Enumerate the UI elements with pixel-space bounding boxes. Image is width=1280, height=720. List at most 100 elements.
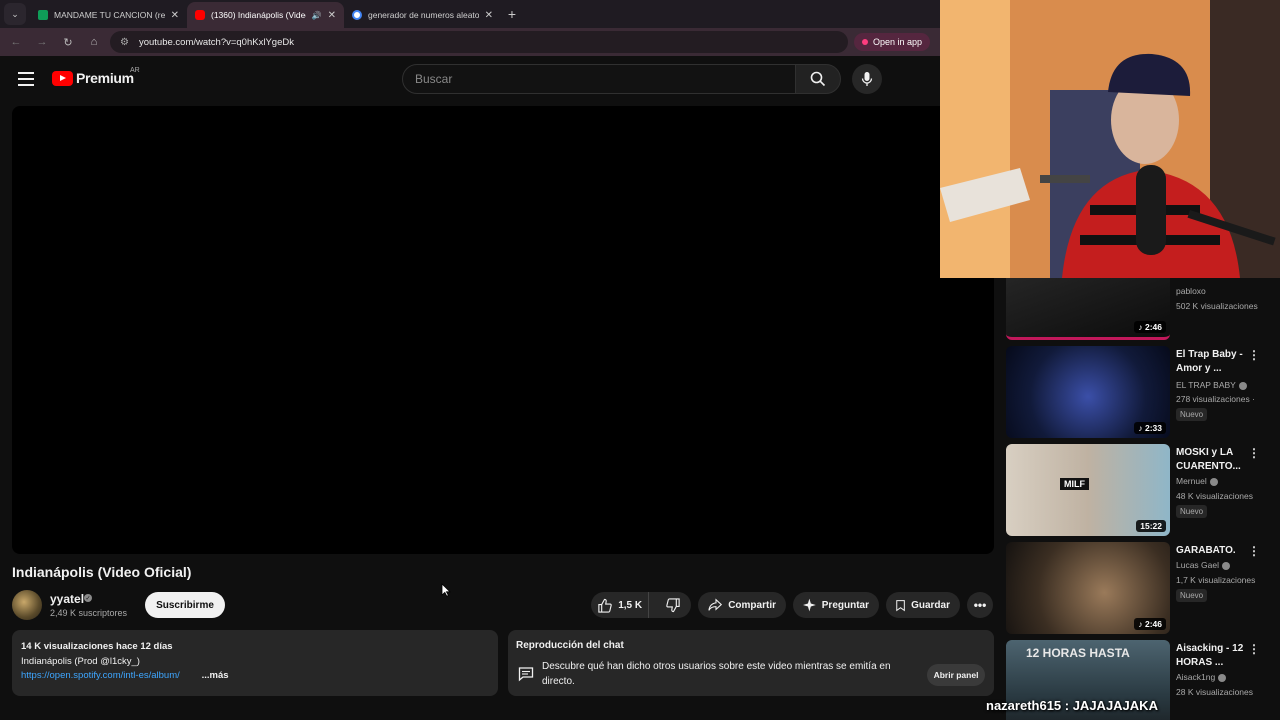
verified-badge-icon xyxy=(1238,381,1247,390)
microphone-icon xyxy=(861,72,873,86)
bookmark-icon xyxy=(896,599,905,611)
dislike-button[interactable] xyxy=(655,592,691,618)
audio-playing-icon[interactable]: 🔊 xyxy=(312,11,322,20)
hamburger-menu-icon[interactable] xyxy=(18,72,34,86)
kebab-menu-icon[interactable]: ⋮ xyxy=(1248,447,1260,459)
sheets-favicon-icon xyxy=(38,10,48,20)
rec-views: 1,7 K visualizaciones xyxy=(1176,575,1256,585)
home-icon[interactable]: ⌂ xyxy=(84,32,104,52)
channel-avatar[interactable] xyxy=(12,590,42,620)
voice-search-button[interactable] xyxy=(852,64,882,94)
spotify-link[interactable]: https://open.spotify.com/intl-es/album/ xyxy=(21,669,193,684)
tab-title: MANDAME TU CANCION (resp xyxy=(54,10,165,20)
kebab-menu-icon[interactable]: ⋮ xyxy=(1248,545,1260,557)
recommendations-list: ♪ 2:46 pabloxo 502 K visualizaciones ♪ 2… xyxy=(1006,278,1280,720)
verified-badge-icon: ✓ xyxy=(84,594,92,602)
youtube-favicon-icon xyxy=(195,10,205,20)
stream-chat-message: nazareth615 : JAJAJAJAKA xyxy=(986,698,1158,713)
like-button[interactable]: 1,5 K xyxy=(591,592,650,618)
recommendation-item[interactable]: ♪ 2:46 pabloxo 502 K visualizaciones xyxy=(1006,278,1280,340)
search-icon xyxy=(810,71,826,87)
video-thumbnail[interactable]: ♪ 2:33 xyxy=(1006,346,1170,438)
forward-arrow-icon[interactable]: → xyxy=(32,32,52,52)
youtube-premium-logo[interactable]: Premium AR xyxy=(52,67,140,86)
new-badge: Nuevo xyxy=(1176,505,1208,518)
like-count: 1,5 K xyxy=(618,599,643,611)
rec-views: 278 visualizaciones · xyxy=(1176,394,1255,404)
video-thumbnail[interactable]: MILF 15:22 xyxy=(1006,444,1170,536)
recommendation-item[interactable]: ♪ 2:33 El Trap Baby - Amor y ... EL TRAP… xyxy=(1006,346,1280,438)
open-panel-button[interactable]: Abrir panel xyxy=(927,664,985,686)
rec-views: 48 K visualizaciones xyxy=(1176,491,1254,501)
more-options-icon[interactable]: ••• xyxy=(967,592,993,618)
video-player[interactable] xyxy=(12,106,994,554)
open-in-app-button[interactable]: Open in app xyxy=(853,33,930,51)
description-box[interactable]: 14 K visualizaciones hace 12 días Indian… xyxy=(12,630,498,696)
subscribe-button[interactable]: Suscribirme xyxy=(145,592,225,618)
verified-badge-icon xyxy=(1222,561,1230,570)
chat-replay-title: Reproducción del chat xyxy=(516,640,624,651)
share-button[interactable]: Compartir xyxy=(698,592,786,618)
sparkle-icon xyxy=(803,598,816,612)
rec-channel[interactable]: Mernuel xyxy=(1176,476,1218,486)
chat-replay-description: Descubre qué han dicho otros usuarios so… xyxy=(542,661,891,687)
verified-badge-icon xyxy=(1209,477,1218,486)
show-more-button[interactable]: ...más xyxy=(202,670,229,681)
rec-channel[interactable]: pabloxo xyxy=(1176,286,1206,296)
chat-bubble-icon xyxy=(518,667,534,682)
kebab-menu-icon[interactable]: ⋮ xyxy=(1248,643,1260,655)
ask-button[interactable]: Preguntar xyxy=(793,592,879,618)
share-arrow-icon xyxy=(708,598,723,611)
description-line: Indianápolis (Prod @l1cky_) xyxy=(21,655,140,667)
back-arrow-icon[interactable]: ← xyxy=(6,32,26,52)
site-info-icon[interactable]: ⚙ xyxy=(120,37,129,48)
tab-sheets[interactable]: MANDAME TU CANCION (resp ✕ xyxy=(30,2,187,28)
save-button[interactable]: Guardar xyxy=(886,592,960,618)
search-button[interactable] xyxy=(795,64,841,94)
rec-channel[interactable]: Aisack1ng xyxy=(1176,672,1227,682)
like-dislike-group: 1,5 K xyxy=(591,592,691,618)
search-input[interactable]: Buscar xyxy=(402,64,796,94)
close-tab-icon[interactable]: ✕ xyxy=(485,10,493,21)
duration-badge: ♪ 2:46 xyxy=(1134,618,1166,630)
browser-tab-bar: ⌄ MANDAME TU CANCION (resp ✕ (1360) Indi… xyxy=(0,0,940,28)
rec-channel[interactable]: EL TRAP BABY xyxy=(1176,380,1247,390)
recommendation-item[interactable]: ♪ 2:46 GARABATO. Lucas Gael 1,7 K visual… xyxy=(1006,542,1280,634)
new-tab-button[interactable]: + xyxy=(501,3,523,25)
tab-youtube[interactable]: (1360) Indianápolis (Video O 🔊 ✕ xyxy=(187,2,344,28)
tab-google[interactable]: generador de numeros aleator ✕ xyxy=(344,2,501,28)
youtube-header: Premium AR Buscar xyxy=(0,56,1000,104)
new-badge: Nuevo xyxy=(1176,408,1208,421)
new-badge: Nuevo xyxy=(1176,589,1208,602)
kebab-menu-icon[interactable]: ⋮ xyxy=(1248,349,1260,361)
thumbnail-text: 12 HORAS HASTA xyxy=(1026,646,1130,660)
channel-name[interactable]: yyatel xyxy=(50,592,84,606)
video-thumbnail[interactable]: ♪ 2:46 xyxy=(1006,278,1170,340)
webcam-image xyxy=(940,0,1280,278)
share-label: Compartir xyxy=(728,599,776,611)
video-thumbnail[interactable]: ♪ 2:46 xyxy=(1006,542,1170,634)
save-label: Guardar xyxy=(911,599,950,611)
rec-channel[interactable]: Lucas Gael xyxy=(1176,560,1230,570)
address-bar[interactable]: ⚙ youtube.com/watch?v=q0hKxlYgeDk xyxy=(110,31,848,53)
reload-icon[interactable]: ↻ xyxy=(58,32,78,52)
recommendation-item[interactable]: MILF 15:22 MOSKI y LA CUARENTO... Mernue… xyxy=(1006,444,1280,536)
thumbs-down-icon xyxy=(665,597,680,612)
channel-row: yyatel ✓ 2,49 K suscriptores Suscribirme… xyxy=(12,590,994,622)
thumbs-up-icon xyxy=(598,598,612,613)
rec-views: 502 K visualizaciones xyxy=(1176,301,1258,311)
verified-badge-icon xyxy=(1218,673,1227,682)
ask-label: Preguntar xyxy=(821,599,869,611)
rec-views: 28 K visualizaciones xyxy=(1176,687,1254,697)
app-icon xyxy=(861,39,868,45)
tab-search-button[interactable]: ⌄ xyxy=(4,3,26,25)
close-tab-icon[interactable]: ✕ xyxy=(328,10,336,21)
duration-badge: ♪ 2:33 xyxy=(1134,422,1166,434)
browser-toolbar: ← → ↻ ⌂ ⚙ youtube.com/watch?v=q0hKxlYgeD… xyxy=(0,28,940,56)
close-tab-icon[interactable]: ✕ xyxy=(171,10,179,21)
chat-replay-box: Reproducción del chat Descubre qué han d… xyxy=(508,630,994,696)
google-favicon-icon xyxy=(352,10,362,20)
logo-text: Premium xyxy=(76,70,134,86)
duration-badge: ♪ 2:46 xyxy=(1134,321,1166,333)
view-stats: 14 K visualizaciones hace 12 días xyxy=(21,641,173,652)
